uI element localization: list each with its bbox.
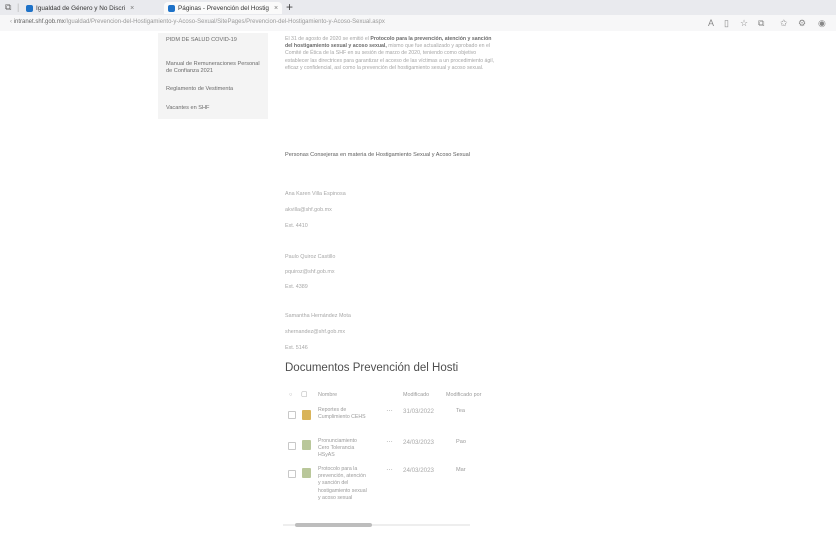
folder-icon	[302, 410, 311, 420]
document-name[interactable]: Pronunciamiento Cero Tolerancia HSyAS	[318, 438, 368, 460]
favorite-star-icon[interactable]: ☆	[740, 18, 748, 29]
consultant-name: Ana Karen Villa Espinosa	[285, 191, 346, 197]
column-modified[interactable]: Modificado	[403, 392, 429, 398]
row-checkbox[interactable]	[288, 470, 296, 478]
file-type-icon: ▢	[301, 391, 308, 398]
document-modified: 31/03/2022	[403, 408, 434, 415]
left-navigation: PIDM DE SALUD COVID-19 Manual de Remuner…	[158, 33, 268, 119]
document-icon	[302, 468, 311, 478]
url-text[interactable]: ‹ intranet.shf.gob.mx/Igualdad/Prevencio…	[10, 19, 385, 25]
browser-tab-bar: ⧉ | Igualdad de Género y No Discri × Pág…	[0, 0, 836, 15]
consultants-heading: Personas Consejeras en materia de Hostig…	[285, 152, 471, 158]
intro-text-a: El 31 de agosto de 2020 se emitió el	[285, 36, 371, 42]
favorites-icon[interactable]: ✩	[780, 18, 788, 29]
tab-igualdad[interactable]: Igualdad de Género y No Discri ×	[26, 2, 134, 14]
new-tab-button[interactable]: +	[286, 0, 293, 14]
consultant-ext: Ext. 4410	[285, 223, 308, 229]
column-name[interactable]: Nombre	[318, 392, 337, 398]
tab-label: Igualdad de Género y No Discri	[36, 4, 126, 12]
consultant-name: Paulo Quiroz Castillo	[285, 254, 336, 260]
nav-item-pidm[interactable]: PIDM DE SALUD COVID-19	[166, 37, 266, 44]
consultant-email[interactable]: pquiroz@shf.gob.mx	[285, 269, 335, 275]
close-tab-icon[interactable]: ×	[274, 5, 278, 12]
document-name[interactable]: Reportes de Cumplimiento CEHS	[318, 407, 368, 421]
tab-label: Páginas - Prevención del Hostig	[178, 4, 269, 12]
consultant-email[interactable]: akvilla@shf.gob.mx	[285, 207, 332, 213]
address-bar[interactable]: ‹ intranet.shf.gob.mx/Igualdad/Prevencio…	[0, 15, 836, 31]
close-tab-icon[interactable]: ×	[130, 5, 134, 12]
collections-icon[interactable]: ⧉	[758, 18, 764, 29]
nav-item-vacantes[interactable]: Vacantes en SHF	[166, 105, 266, 112]
row-checkbox[interactable]	[288, 442, 296, 450]
consultant-name: Samantha Hernández Mota	[285, 313, 351, 319]
consultant-email[interactable]: shernandez@shf.gob.mx	[285, 329, 345, 335]
nav-item-reglamento-vestimenta[interactable]: Reglamento de Vestimenta	[166, 86, 266, 93]
more-actions-icon[interactable]: …	[386, 465, 393, 472]
read-aloud-icon[interactable]: A	[708, 18, 714, 28]
sharepoint-icon	[26, 4, 33, 12]
tab-separator: |	[17, 2, 20, 12]
nav-item-manual-remuneraciones[interactable]: Manual de Remuneraciones Personal de Con…	[166, 61, 266, 75]
intro-paragraph: El 31 de agosto de 2020 se emitió el Pro…	[285, 36, 497, 72]
document-name[interactable]: Protocolo para la prevención, atención y…	[318, 466, 368, 502]
document-modified-by: Pao	[456, 439, 466, 445]
url-host: intranet.shf.gob.mx	[13, 19, 65, 25]
profile-icon[interactable]: ◉	[818, 18, 826, 29]
document-modified: 24/03/2023	[403, 439, 434, 446]
extensions-icon[interactable]: ⚙	[798, 18, 806, 29]
column-modified-by[interactable]: Modificado por	[446, 392, 481, 398]
consultant-ext: Ext. 4389	[285, 284, 308, 290]
more-actions-icon[interactable]: …	[386, 406, 393, 413]
sharepoint-icon	[168, 4, 175, 12]
select-all-icon[interactable]: ○	[289, 392, 292, 398]
url-path: /Igualdad/Prevencion-del-Hostigamiento-y…	[64, 19, 385, 25]
document-modified-by: Tea	[456, 408, 466, 414]
window-icon[interactable]: ⧉	[5, 2, 11, 13]
tab-prevencion[interactable]: Páginas - Prevención del Hostig ×	[164, 2, 283, 14]
consultant-ext: Ext. 5146	[285, 345, 308, 351]
more-actions-icon[interactable]: …	[386, 437, 393, 444]
row-checkbox[interactable]	[288, 411, 296, 419]
documents-title: Documentos Prevención del Hosti	[285, 362, 459, 374]
document-modified: 24/03/2023	[403, 467, 434, 474]
document-modified-by: Mar	[456, 467, 466, 473]
document-icon	[302, 440, 311, 450]
scrollbar-thumb[interactable]	[295, 523, 372, 527]
horizontal-scrollbar[interactable]	[283, 523, 470, 527]
split-screen-icon[interactable]: ▯	[724, 18, 729, 29]
